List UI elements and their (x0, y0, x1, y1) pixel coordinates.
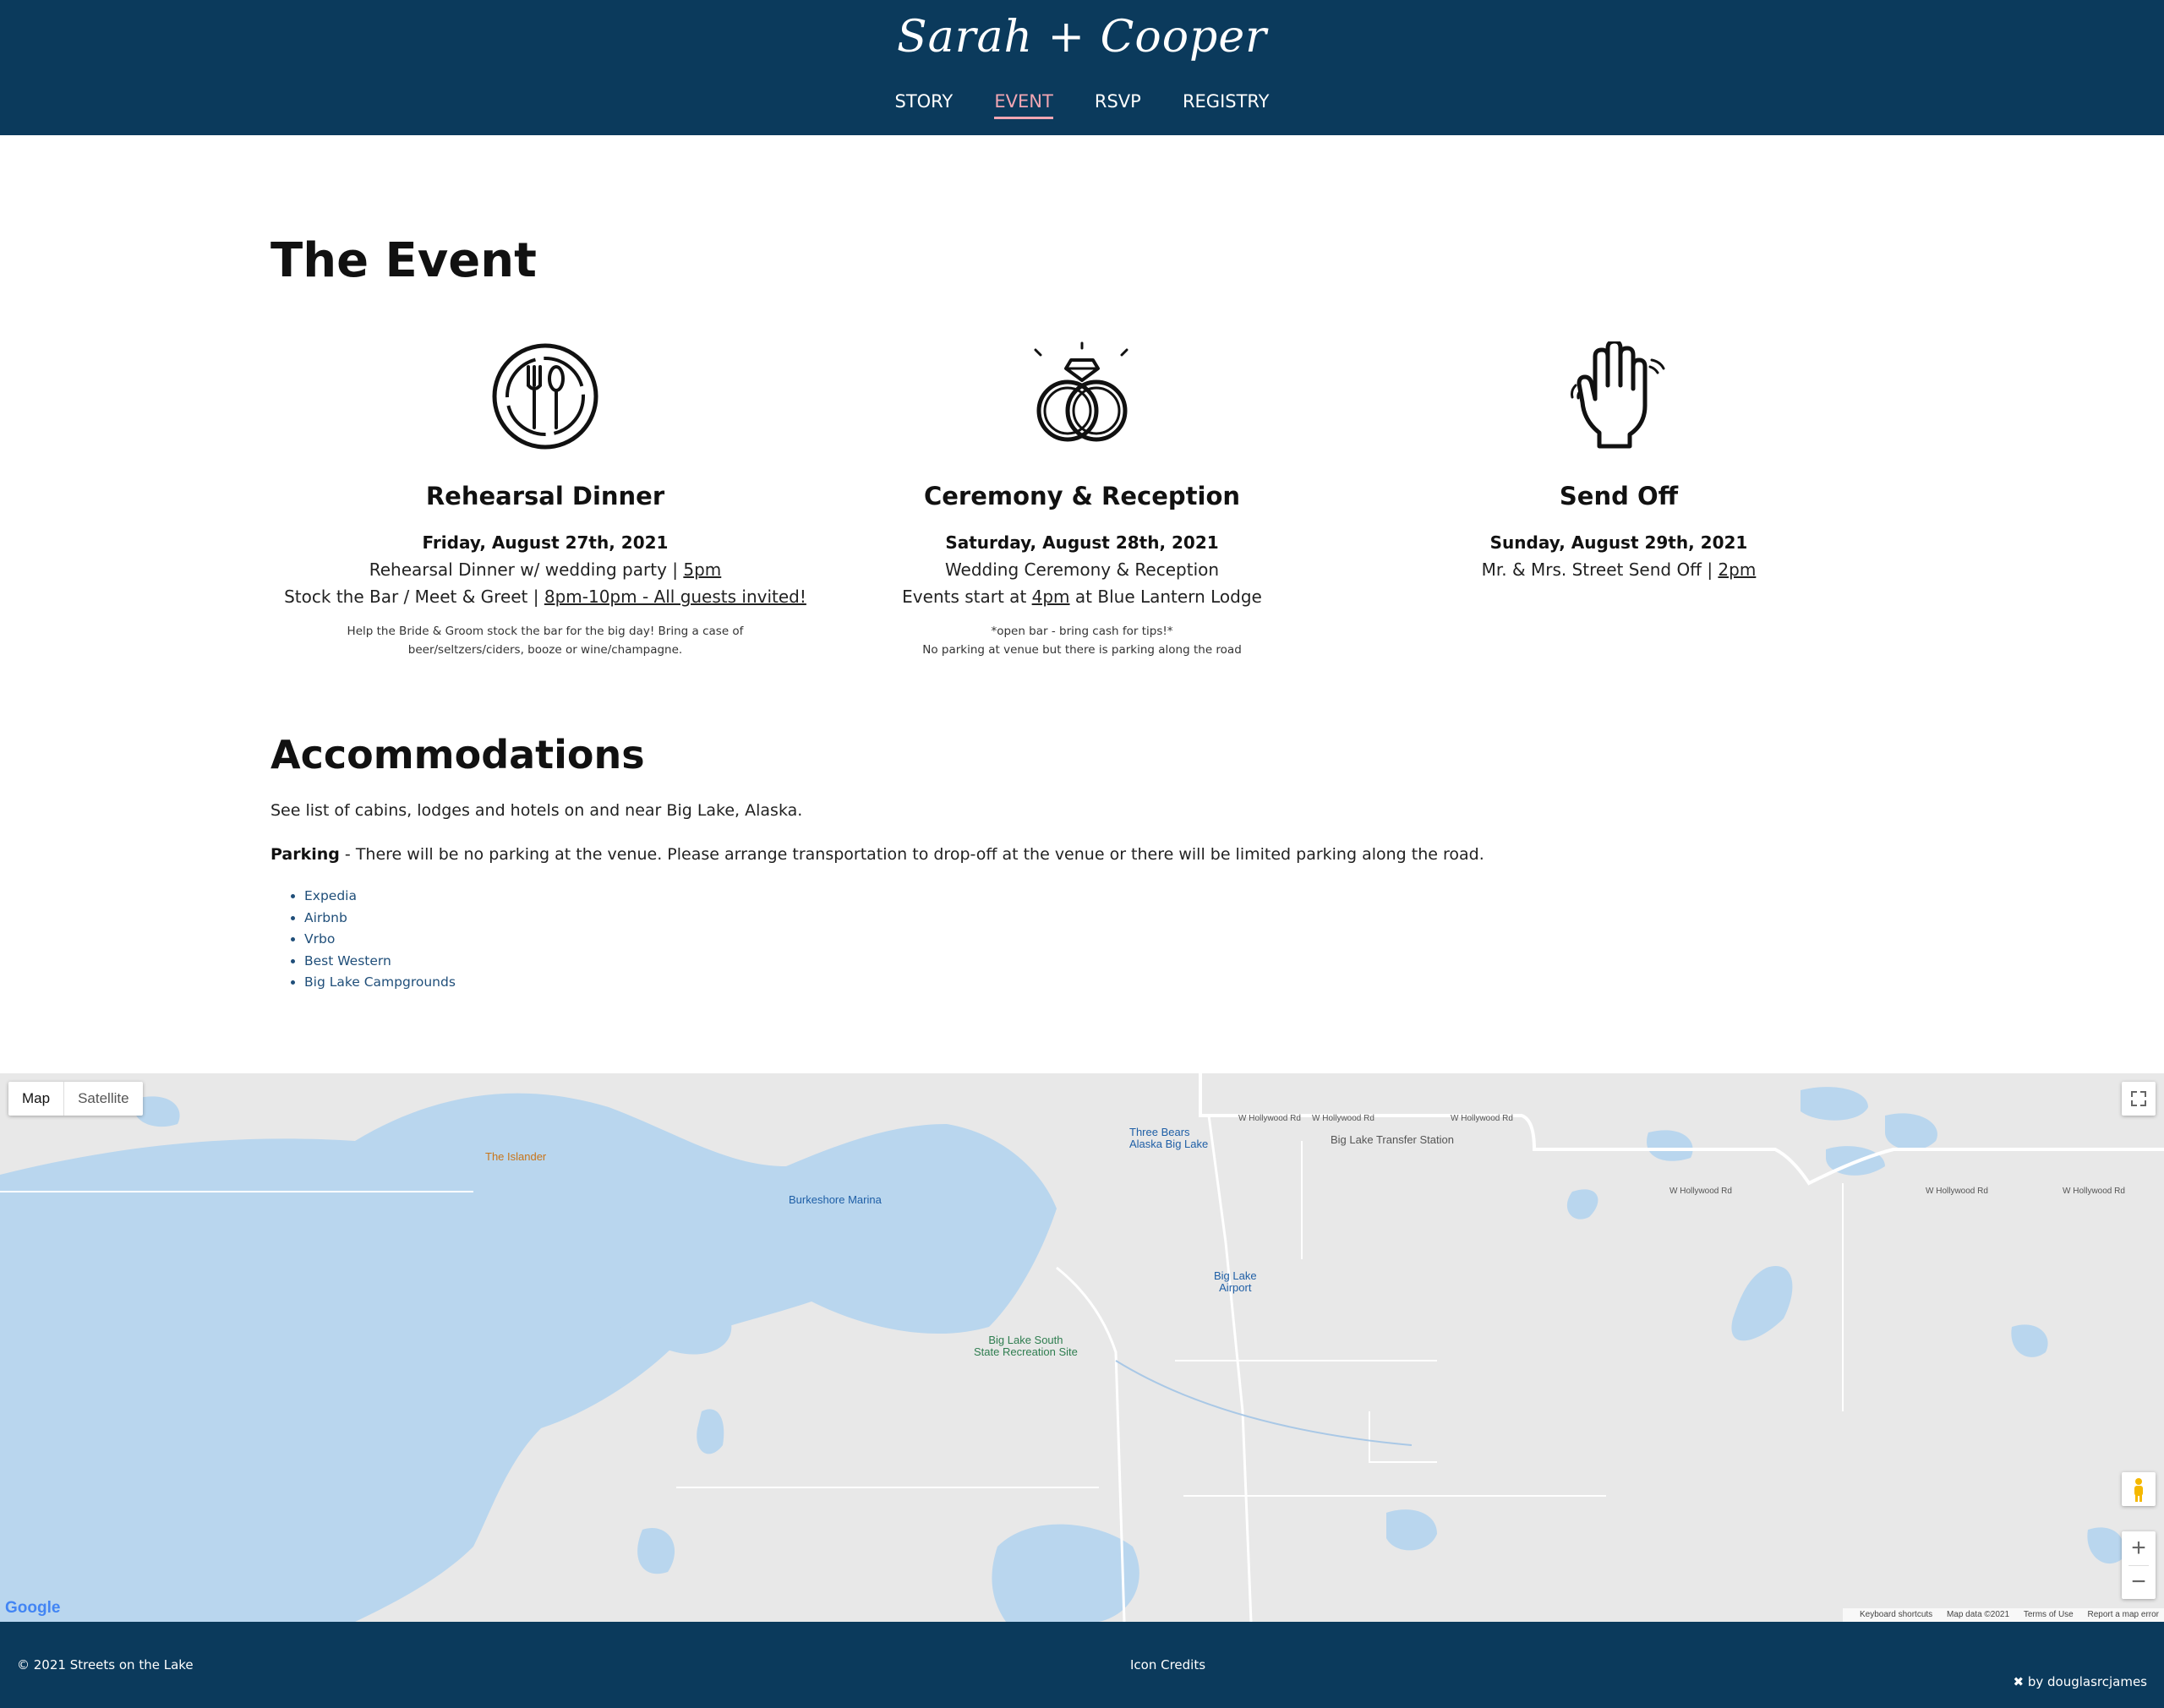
event-date: Friday, August 27th, 2021 (422, 532, 669, 553)
zoom-out-button[interactable]: − (2122, 1565, 2156, 1599)
zoom-in-button[interactable]: + (2122, 1531, 2156, 1565)
link-expedia[interactable]: Expedia (304, 886, 456, 908)
nav-rsvp[interactable]: RSVP (1095, 91, 1141, 117)
site-header: Sarah + Cooper STORY EVENT RSVP REGISTRY (0, 0, 2164, 135)
author-credit[interactable]: ✖ by douglasrcjames (2013, 1674, 2147, 1689)
poi-recreation-site[interactable]: Big Lake South State Recreation Site (974, 1334, 1078, 1358)
icon-credits-link[interactable]: Icon Credits (1130, 1657, 1205, 1673)
event-detail-line: Stock the Bar / Meet & Greet | 8pm-10pm … (284, 587, 806, 607)
author-logo-icon: ✖ (2013, 1674, 2028, 1689)
waving-hand-icon (1571, 341, 1665, 449)
brand-logo[interactable]: Sarah + Cooper (0, 12, 2164, 63)
event-detail-line: Rehearsal Dinner w/ wedding party | 5pm (369, 559, 722, 580)
event-note: Help the Bride & Groom stock the bar for… (347, 625, 744, 657)
road-label: W Hollywood Rd (1238, 1114, 1301, 1123)
event-rehearsal-dinner: Rehearsal Dinner Friday, August 27th, 20… (275, 341, 816, 659)
road-label: W Hollywood Rd (1451, 1114, 1513, 1123)
map-type-satellite-button[interactable]: Satellite (64, 1082, 142, 1116)
poi-big-lake-airport[interactable]: Big Lake Airport (1214, 1270, 1257, 1294)
fullscreen-icon (2131, 1091, 2146, 1106)
main-nav: STORY EVENT RSVP REGISTRY (0, 91, 2164, 119)
map-data-text: Map data ©2021 (1946, 1610, 2010, 1619)
map-type-control: Map Satellite (8, 1082, 143, 1116)
link-best-western[interactable]: Best Western (304, 951, 456, 973)
map-canvas[interactable] (0, 1073, 2164, 1622)
road-label: W Hollywood Rd (1926, 1187, 1988, 1196)
event-time: 4pm (1031, 587, 1070, 607)
accommodations-intro: See list of cabins, lodges and hotels on… (270, 801, 803, 820)
parking-label: Parking (270, 845, 340, 864)
map-attribution: Keyboard shortcuts Map data ©2021 Terms … (1843, 1608, 2164, 1622)
page-title: The Event (270, 233, 537, 288)
event-date: Sunday, August 29th, 2021 (1489, 532, 1748, 553)
event-detail-line: Events start at 4pm at Blue Lantern Lodg… (902, 587, 1262, 607)
terms-link[interactable]: Terms of Use (2024, 1610, 2074, 1619)
event-time: 8pm-10pm - All guests invited! (544, 587, 806, 607)
zoom-control: + − (2122, 1531, 2156, 1599)
google-logo: Google (5, 1599, 61, 1617)
road-label: W Hollywood Rd (1312, 1114, 1374, 1123)
fullscreen-button[interactable] (2122, 1082, 2156, 1116)
street-view-pegman[interactable] (2122, 1472, 2156, 1506)
event-name: Ceremony & Reception (923, 482, 1241, 510)
parking-note: Parking - There will be no parking at th… (270, 845, 1484, 864)
nav-event[interactable]: EVENT (994, 91, 1053, 119)
poi-three-bears[interactable]: Three Bears Alaska Big Lake (1129, 1127, 1208, 1150)
wedding-rings-icon (1034, 341, 1128, 442)
site-footer: © 2021 Streets on the Lake Icon Credits … (0, 1622, 2164, 1708)
link-airbnb[interactable]: Airbnb (304, 908, 456, 930)
pegman-icon (2134, 1478, 2143, 1502)
accommodations-title: Accommodations (270, 732, 645, 778)
event-date: Saturday, August 28th, 2021 (945, 532, 1219, 553)
accommodation-links: Expedia Airbnb Vrbo Best Western Big Lak… (287, 886, 456, 994)
poi-transfer-station[interactable]: Big Lake Transfer Station (1331, 1134, 1454, 1146)
road-label: W Hollywood Rd (1669, 1187, 1732, 1196)
event-note: *open bar - bring cash for tips!* No park… (922, 625, 1242, 657)
plate-fork-spoon-icon (492, 343, 598, 450)
event-ceremony-reception: Ceremony & Reception Saturday, August 28… (812, 341, 1352, 659)
event-name: Send Off (1559, 482, 1679, 510)
nav-story[interactable]: STORY (894, 91, 953, 117)
report-error-link[interactable]: Report a map error (2088, 1610, 2159, 1619)
event-detail-line: Wedding Ceremony & Reception (944, 559, 1220, 580)
link-big-lake-campgrounds[interactable]: Big Lake Campgrounds (304, 972, 456, 994)
event-detail-line: Mr. & Mrs. Street Send Off | 2pm (1481, 559, 1757, 580)
event-time: 2pm (1718, 559, 1757, 580)
nav-registry[interactable]: REGISTRY (1183, 91, 1270, 117)
link-vrbo[interactable]: Vrbo (304, 929, 456, 951)
map-type-map-button[interactable]: Map (8, 1082, 65, 1116)
road-label: W Hollywood Rd (2063, 1187, 2125, 1196)
embedded-map[interactable]: The Islander Burkeshore Marina Three Bea… (0, 1073, 2164, 1622)
event-time: 5pm (683, 559, 722, 580)
event-name: Rehearsal Dinner (425, 482, 665, 510)
copyright: © 2021 Streets on the Lake (17, 1657, 194, 1673)
poi-the-islander[interactable]: The Islander (485, 1151, 546, 1163)
poi-burkeshore-marina[interactable]: Burkeshore Marina (789, 1194, 882, 1206)
event-send-off: Send Off Sunday, August 29th, 2021 Mr. &… (1348, 341, 1889, 583)
keyboard-shortcuts-link[interactable]: Keyboard shortcuts (1860, 1610, 1932, 1619)
